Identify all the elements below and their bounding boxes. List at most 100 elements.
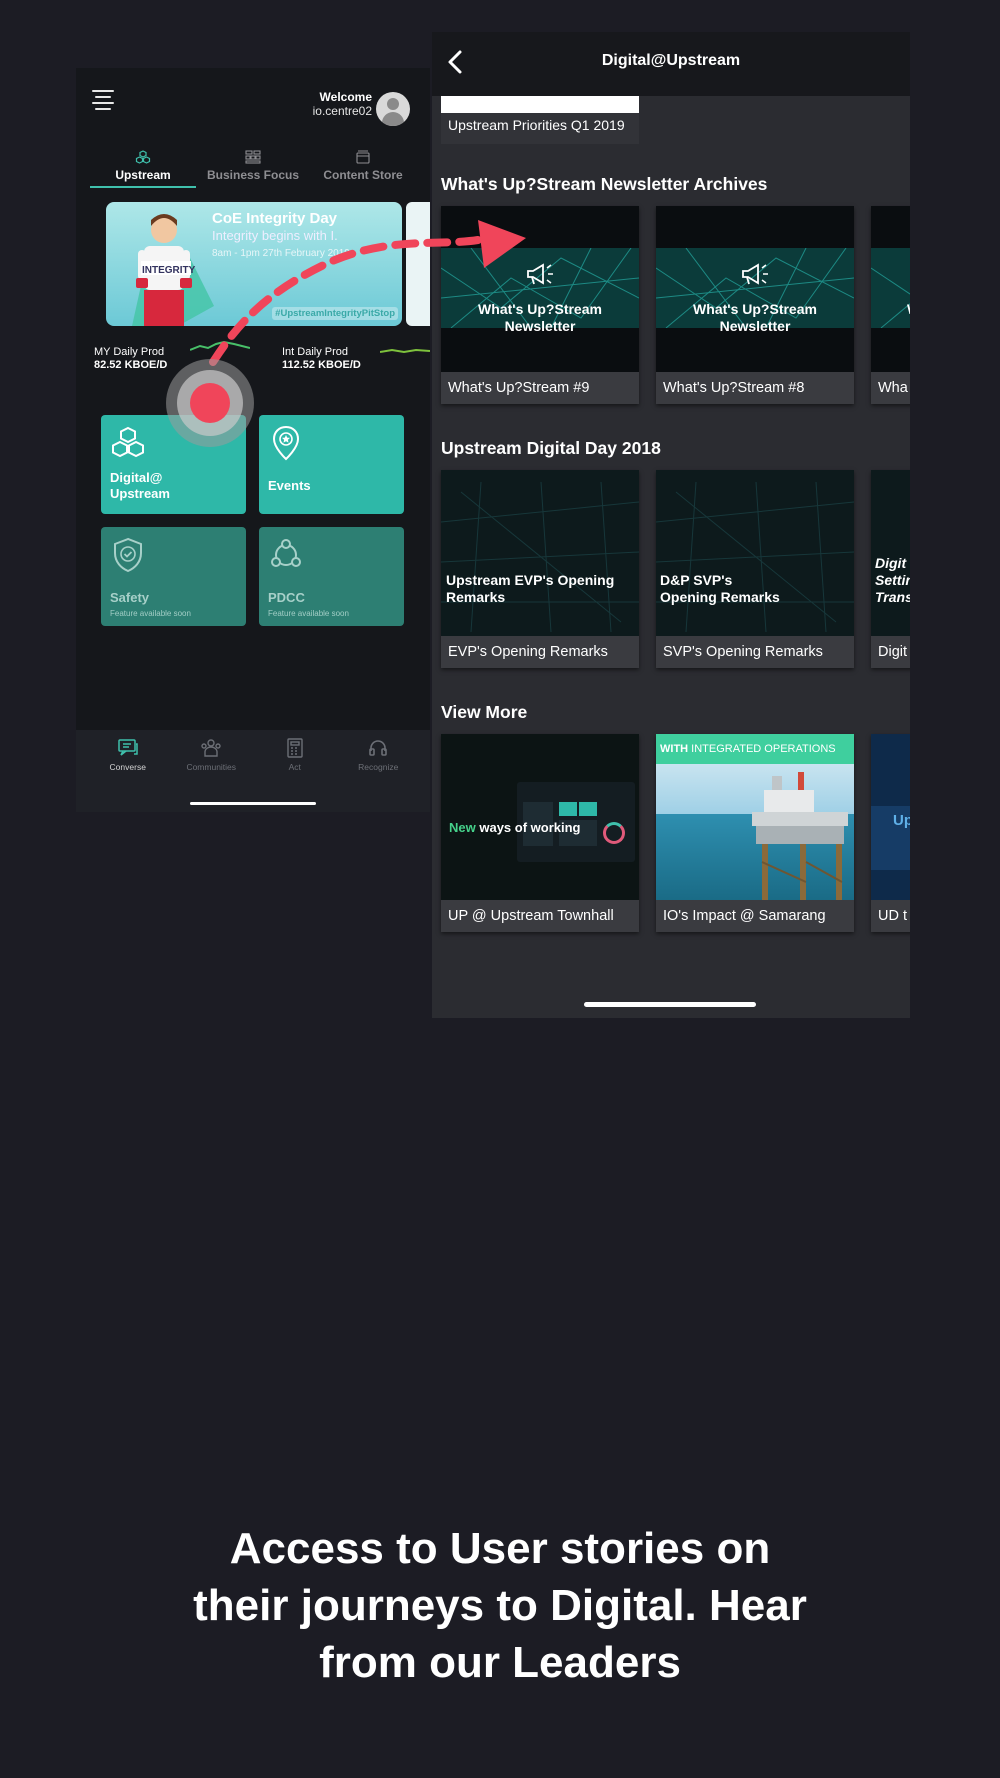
card-newsletter-next[interactable]: W Wha (871, 206, 910, 404)
tile-events[interactable]: Events (259, 415, 404, 514)
tile-digital-upstream[interactable]: Digital@ Upstream (101, 415, 246, 514)
digital-upstream-phone: Digital@Upstream Upstream Priorities Q1 … (432, 32, 910, 1018)
int-daily-prod: Int Daily Prod 112.52 KBOE/D (282, 346, 361, 372)
digital-day-thumbnail: D&P SVP's Opening Remarks (656, 470, 854, 636)
tile-pdcc-note: Feature available soon (268, 609, 349, 618)
my-daily-prod-label: MY Daily Prod (94, 346, 165, 358)
card-newsletter-9[interactable]: What's Up?Stream Newsletter What's Up?St… (441, 206, 639, 404)
tab-upstream[interactable]: Upstream (88, 148, 198, 188)
newsletter-thumbnail: What's Up?Stream Newsletter (656, 206, 854, 372)
avatar-icon[interactable] (376, 92, 410, 126)
banner-subtitle: Integrity begins with I. (212, 228, 338, 243)
home-indicator (584, 1002, 756, 1007)
card-caption: IO's Impact @ Samarang (663, 908, 826, 924)
card-caption: What's Up?Stream #9 (448, 380, 590, 396)
card-thumb-text: Upstream EVP's Opening Remarks (446, 572, 615, 605)
nav-communities-label: Communities (186, 762, 237, 772)
card-evp-remarks[interactable]: Upstream EVP's Opening Remarks EVP's Ope… (441, 470, 639, 668)
card-io-impact[interactable]: WITH INTEGRATED OPERATIONS IO's Impact @… (656, 734, 854, 932)
card-caption: SVP's Opening Remarks (663, 644, 823, 660)
card-caption: EVP's Opening Remarks (448, 644, 608, 660)
headset-icon (369, 740, 388, 756)
card-townhall[interactable]: New ways of working UP @ Upstream Townha… (441, 734, 639, 932)
banner-time: 8am - 1pm 27th February 2019 (212, 248, 350, 259)
ud-thumbnail: Up Our (871, 734, 910, 900)
digital-day-row: Upstream EVP's Opening Remarks EVP's Ope… (441, 470, 910, 668)
card-caption: UD t (878, 908, 907, 924)
nav-act[interactable]: Act (253, 730, 337, 812)
tile-safety: Safety Feature available soon (101, 527, 246, 626)
tab-content-store[interactable]: Content Store (308, 148, 418, 188)
view-more-row: New ways of working UP @ Upstream Townha… (441, 734, 910, 932)
chat-icon (118, 739, 138, 756)
grid-pattern (656, 482, 854, 632)
calculator-icon (287, 738, 303, 758)
tile-events-label: Events (268, 478, 311, 493)
banner-hashtag: #UpstreamIntegrityPitStop (272, 307, 398, 320)
caption-line-3: from our Leaders (319, 1638, 681, 1687)
tile-digital-upstream-label: Digital@ Upstream (110, 470, 170, 501)
marketing-caption: Access to User stories on their journeys… (60, 1520, 940, 1691)
townhall-thumbnail: New ways of working (441, 734, 639, 900)
shield-check-icon (114, 537, 142, 573)
tile-safety-note: Feature available soon (110, 609, 191, 618)
card-newsletter-8[interactable]: What's Up?Stream Newsletter What's Up?St… (656, 206, 854, 404)
cubes-icon (112, 426, 144, 458)
welcome-label: Welcome (319, 90, 372, 104)
card-svp-remarks[interactable]: D&P SVP's Opening Remarks SVP's Opening … (656, 470, 854, 668)
int-prod-sparkline (380, 348, 430, 354)
digital-day-thumbnail: Upstream EVP's Opening Remarks (441, 470, 639, 636)
grid-icon (245, 150, 261, 164)
card-digital-next[interactable]: Digit Settin Trans Digit (871, 470, 910, 668)
welcome-block: Welcome io.centre02 (313, 90, 372, 118)
grid-pattern (441, 482, 639, 632)
tab-upstream-label: Upstream (115, 168, 171, 182)
cubes-icon (135, 150, 151, 164)
bottom-nav: Converse Communities Act Recognize (76, 730, 430, 812)
nav-converse[interactable]: Converse (86, 730, 170, 812)
nav-converse-label: Converse (109, 762, 146, 772)
next-banner-peek[interactable] (406, 202, 430, 326)
newsletter-thumbnail: What's Up?Stream Newsletter (441, 206, 639, 372)
network-icon (271, 539, 301, 567)
card-thumb-text: W (907, 301, 910, 318)
partial-card-upstream-priorities[interactable]: Upstream Priorities Q1 2019 (441, 96, 639, 144)
card-caption: UP @ Upstream Townhall (448, 908, 614, 924)
card-thumb-text: Digit Settin Trans (875, 555, 910, 605)
nav-recognize-label: Recognize (358, 762, 399, 772)
nav-communities[interactable]: Communities (170, 730, 254, 812)
caption-line-1: Access to User stories on (229, 1524, 771, 1573)
newsletter-row: What's Up?Stream Newsletter What's Up?St… (441, 206, 910, 404)
digital-day-thumbnail: Digit Settin Trans (871, 470, 910, 636)
banner-title: CoE Integrity Day (212, 210, 338, 227)
io-impact-thumbnail: WITH INTEGRATED OPERATIONS (656, 734, 854, 900)
offshore-platform-illustration (752, 772, 848, 900)
partial-card-caption: Upstream Priorities Q1 2019 (448, 117, 625, 133)
menu-icon[interactable] (92, 90, 114, 116)
card-caption: What's Up?Stream #8 (663, 380, 805, 396)
username: io.centre02 (312, 104, 372, 118)
my-prod-sparkline (190, 340, 250, 351)
int-daily-prod-value: 112.52 KBOE/D (282, 359, 361, 371)
home-screen-phone: Welcome io.centre02 Upstream Business Fo… (76, 68, 430, 812)
io-strip-text: WITH INTEGRATED OPERATIONS (660, 743, 836, 755)
section-title-newsletter: What's Up?Stream Newsletter Archives (441, 174, 768, 194)
nav-recognize[interactable]: Recognize (337, 730, 421, 812)
hero-badge-text: INTEGRITY (142, 265, 196, 276)
tile-safety-label: Safety (110, 590, 150, 605)
nav-act-label: Act (288, 762, 301, 772)
card-thumb-text: What's Up?Stream Newsletter (478, 301, 602, 334)
tab-business-focus[interactable]: Business Focus (198, 148, 308, 188)
card-caption: Digit (878, 644, 908, 660)
card-thumb-text: What's Up?Stream Newsletter (693, 301, 817, 334)
home-tabs: Upstream Business Focus Content Store (88, 148, 418, 188)
my-daily-prod: MY Daily Prod 82.52 KBOE/D (94, 346, 167, 372)
megaphone-icon (527, 263, 553, 285)
event-banner[interactable]: INTEGRITY CoE Integrity Day Integrity be… (106, 202, 402, 326)
card-ud-next[interactable]: Up Our UD t (871, 734, 910, 932)
folder-icon (356, 150, 370, 164)
home-header: Welcome io.centre02 (76, 68, 430, 143)
tile-pdcc: PDCC Feature available soon (259, 527, 404, 626)
card-thumb-text: D&P SVP's Opening Remarks (660, 572, 780, 605)
townhall-thumb-text: New ways of working (449, 820, 581, 835)
